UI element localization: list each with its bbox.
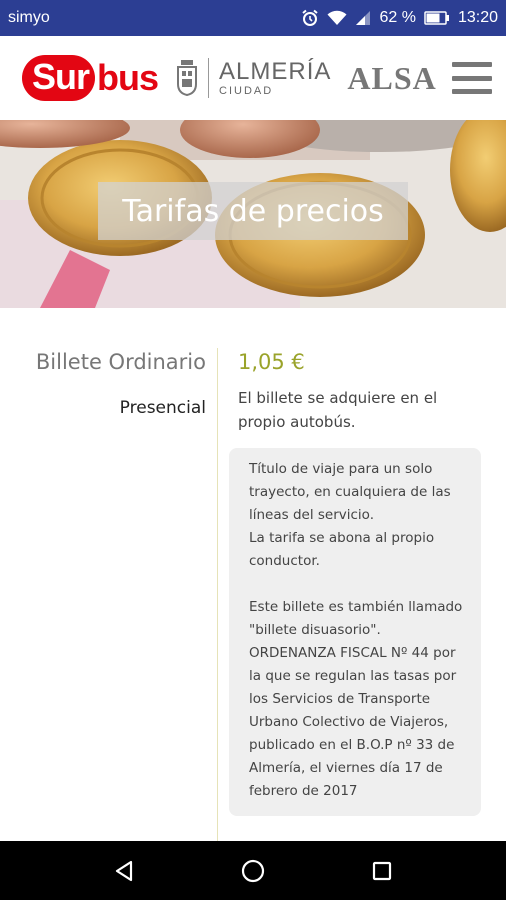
ticket-price: 1,05 € xyxy=(238,350,305,374)
surbus-logo[interactable]: Sur bus xyxy=(22,55,159,101)
hero-title-box: Tarifas de precios xyxy=(98,182,408,240)
purchase-info: El billete se adquiere en el propio auto… xyxy=(238,389,438,431)
app-header: Sur bus ALMERÍA CIUDAD ALSA xyxy=(0,36,506,120)
ticket-mode: Presencial xyxy=(119,398,206,418)
menu-bar xyxy=(452,89,492,94)
ticket-name: Billete Ordinario xyxy=(35,350,206,374)
carrier-name: simyo xyxy=(8,9,50,26)
menu-bar xyxy=(452,75,492,81)
navigation-bar xyxy=(0,841,506,900)
status-bar: simyo 62 % 13:20 xyxy=(0,0,506,36)
logo-bus-text: bus xyxy=(97,57,159,98)
recents-icon[interactable] xyxy=(367,856,397,886)
info-paragraph: Título de viaje para un solo trayecto, e… xyxy=(249,461,451,523)
timeline-divider xyxy=(217,348,218,841)
almeria-logo: ALMERÍA CIUDAD xyxy=(219,57,332,97)
menu-bar xyxy=(452,62,492,67)
hamburger-menu-icon[interactable] xyxy=(452,62,492,94)
logo-sur-text: Sur xyxy=(22,55,96,101)
info-paragraph: Este billete es también llamado "billete… xyxy=(249,599,463,799)
tariff-content: Billete Ordinario Presencial 1,05 € El b… xyxy=(0,308,506,841)
almeria-crest-icon xyxy=(177,60,198,96)
back-icon[interactable] xyxy=(109,856,139,886)
home-icon[interactable] xyxy=(238,856,268,886)
page-title: Tarifas de precios xyxy=(122,193,384,229)
ticket-info-box: Título de viaje para un solo trayecto, e… xyxy=(229,448,481,816)
battery-icon xyxy=(424,11,449,25)
alsa-logo: ALSA xyxy=(347,59,437,96)
info-paragraph: La tarifa se abona al propio conductor. xyxy=(249,530,435,569)
signal-icon xyxy=(356,11,371,25)
header-divider xyxy=(208,58,210,98)
city-name: ALMERÍA xyxy=(219,57,332,85)
city-sub: CIUDAD xyxy=(219,84,274,97)
hero-banner: Tarifas de precios xyxy=(0,120,506,308)
alarm-icon xyxy=(302,9,319,26)
clock: 13:20 xyxy=(457,9,498,26)
battery-percent: 62 % xyxy=(379,9,416,26)
wifi-icon xyxy=(327,10,347,25)
